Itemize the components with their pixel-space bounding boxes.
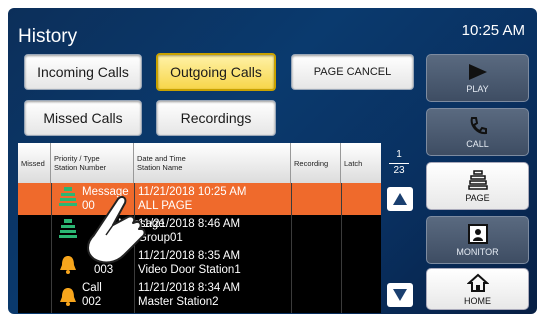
header-datetime: Date and Time Station Name [134,143,291,183]
phone-icon [470,116,487,134]
play-label: PLAY [466,83,489,94]
row-type: Call [82,282,102,294]
header-recording: Recording [291,143,341,183]
history-panel: History 10:25 AM Incoming Calls Outgoing… [8,8,537,314]
row-station-name: Video Door Station1 [138,264,241,276]
home-label: HOME [464,295,491,306]
page-label: PAGE [465,192,490,203]
column-divider [291,183,292,313]
row-datetime: 11/21/2018 8:46 AM [138,218,241,230]
clock: 10:25 AM [461,22,525,39]
history-table: Missed Priority / Type Station Number Da… [18,143,381,313]
page-divider [389,163,409,164]
header-priority: Priority / Type Station Number [51,143,134,183]
triangle-down-icon [393,289,407,301]
header-missed: Missed [18,143,51,183]
scroll-down-button[interactable] [387,283,413,307]
page-button[interactable]: PAGE [426,162,529,210]
column-divider [51,183,52,313]
header-station-name-label: Station Name [137,163,183,172]
bell-icon [60,256,76,274]
home-button[interactable]: HOME [426,268,529,310]
scroll-up-button[interactable] [387,187,413,211]
triangle-up-icon [393,193,407,205]
table-row[interactable]: 003 11/21/2018 8:35 AM Video Door Statio… [18,247,381,279]
monitor-icon [467,223,488,244]
row-station-name: Master Station2 [138,296,219,308]
bell-icon [60,288,76,306]
row-number: 002 [82,296,102,308]
row-datetime: 11/21/2018 10:25 AM [138,186,247,198]
header-priority-label: Priority / Type [54,154,100,163]
tab-missed-calls[interactable]: Missed Calls [24,100,142,136]
row-datetime: 11/21/2018 8:35 AM [138,250,241,262]
touch-hand-icon [87,195,146,264]
tab-recordings[interactable]: Recordings [156,100,276,136]
header-latch: Latch [344,158,363,168]
monitor-label: MONITOR [456,246,499,257]
home-icon [466,273,489,292]
tab-outgoing-calls[interactable]: Outgoing Calls [156,53,276,91]
page-speaker-icon [467,169,488,190]
header-datetime-label: Date and Time [137,154,186,163]
row-datetime: 11/21/2018 8:34 AM [138,282,241,294]
page-speaker-icon [59,187,77,206]
table-row[interactable]: Message 00 11/21/2018 10:25 AM ALL PAGE [18,183,381,215]
call-button[interactable]: CALL [426,108,529,156]
page-current: 1 [396,149,402,160]
play-icon [468,63,487,80]
page-speaker-icon [59,219,77,238]
screen: History 10:25 AM Incoming Calls Outgoing… [0,0,545,322]
page-total: 23 [393,165,405,176]
header-station-number-label: Station Number [54,163,107,172]
play-button[interactable]: PLAY [426,54,529,102]
page-cancel-button[interactable]: PAGE CANCEL [291,54,414,90]
pagination-column: 1 23 [381,143,417,313]
tab-incoming-calls[interactable]: Incoming Calls [24,54,142,90]
monitor-button[interactable]: MONITOR [426,216,529,264]
table-row[interactable]: Message 11/21/2018 8:46 AM Group01 [18,215,381,247]
call-label: CALL [466,138,489,149]
column-divider [341,183,342,313]
table-header: Missed Priority / Type Station Number Da… [18,143,381,183]
page-title: History [18,26,78,47]
table-row[interactable]: Call 002 11/21/2018 8:34 AM Master Stati… [18,279,381,311]
